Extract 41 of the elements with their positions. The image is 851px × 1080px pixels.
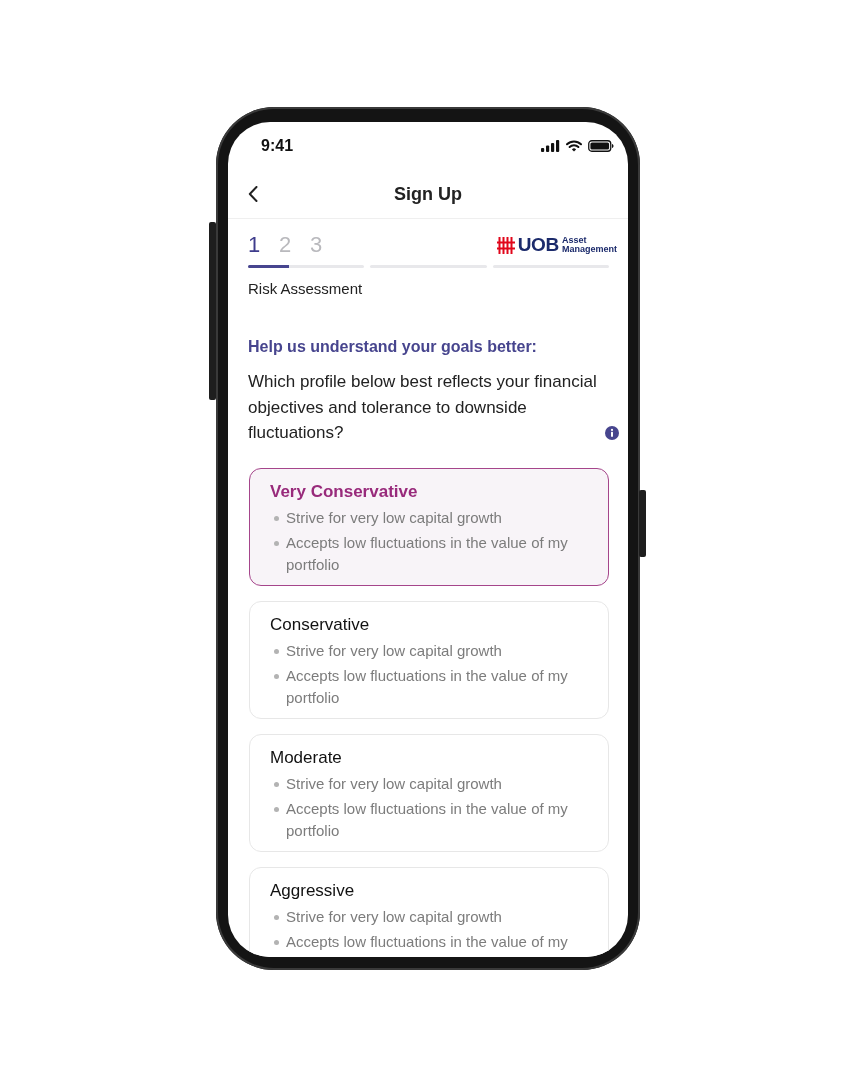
page-title: Sign Up xyxy=(394,183,462,206)
bullet-text: Strive for very low capital growth xyxy=(286,507,502,528)
profile-option-card[interactable]: Aggressive Strive for very low capital growth Accepts low fluctuations in the value of my xyxy=(249,866,609,957)
chevron-left-icon xyxy=(248,186,258,202)
profile-option-card[interactable]: Very Conservative Strive for very low capital growth Accepts low fluctuations in the value of my portfolio xyxy=(249,467,609,586)
profile-title: Moderate xyxy=(270,746,343,769)
profile-option-card[interactable]: Conservative Strive for very low capital growth Accepts low fluctuations in the value of my portfolio xyxy=(249,600,609,719)
signal-icon xyxy=(541,140,560,152)
question-text: Which profile below best reflects your financial objectives and tolerance to downside fluctuations? xyxy=(248,371,598,444)
logo-mark-icon xyxy=(496,236,515,254)
bullet-icon xyxy=(274,781,279,787)
back-button[interactable] xyxy=(248,186,258,202)
profile-option-card[interactable]: Moderate Strive for very low capital growth Accepts low fluctuations in the value of my portfolio xyxy=(249,733,609,852)
bullet-icon xyxy=(274,515,279,521)
bullet-text: Strive for very low capital growth xyxy=(286,640,502,661)
profile-title: Very Conservative xyxy=(270,480,419,503)
step-title: Risk Assessment xyxy=(248,279,364,299)
bullet-text: Accepts low fluctuations in the value of my portfolio xyxy=(286,532,569,575)
section-heading: Help us understand your goals better: xyxy=(248,337,538,357)
step-number: 3 xyxy=(310,231,322,259)
info-icon[interactable] xyxy=(605,425,619,440)
profile-title: Aggressive xyxy=(270,879,356,902)
status-time: 9:41 xyxy=(261,136,294,156)
step-number: 1 xyxy=(248,231,260,259)
bullet-icon xyxy=(274,540,279,546)
battery-icon xyxy=(588,140,614,152)
bullet-icon xyxy=(274,673,279,679)
logo-subtitle: Asset Management xyxy=(562,236,617,254)
bullet-text: Strive for very low capital growth xyxy=(286,773,502,794)
bullet-text: Accepts low fluctuations in the value of my portfolio xyxy=(286,798,569,841)
wifi-icon xyxy=(566,140,582,152)
bullet-text: Accepts low fluctuations in the value of my xyxy=(286,931,568,952)
bullet-text: Accepts low fluctuations in the value of my portfolio xyxy=(286,665,569,708)
profile-title: Conservative xyxy=(270,613,371,636)
logo-text: UOB xyxy=(517,235,559,255)
bullet-icon xyxy=(274,806,279,812)
bullet-icon xyxy=(274,648,279,654)
bullet-text: Strive for very low capital growth xyxy=(286,906,502,927)
bullet-icon xyxy=(274,939,279,945)
bullet-icon xyxy=(274,914,279,920)
step-number: 2 xyxy=(279,231,291,259)
